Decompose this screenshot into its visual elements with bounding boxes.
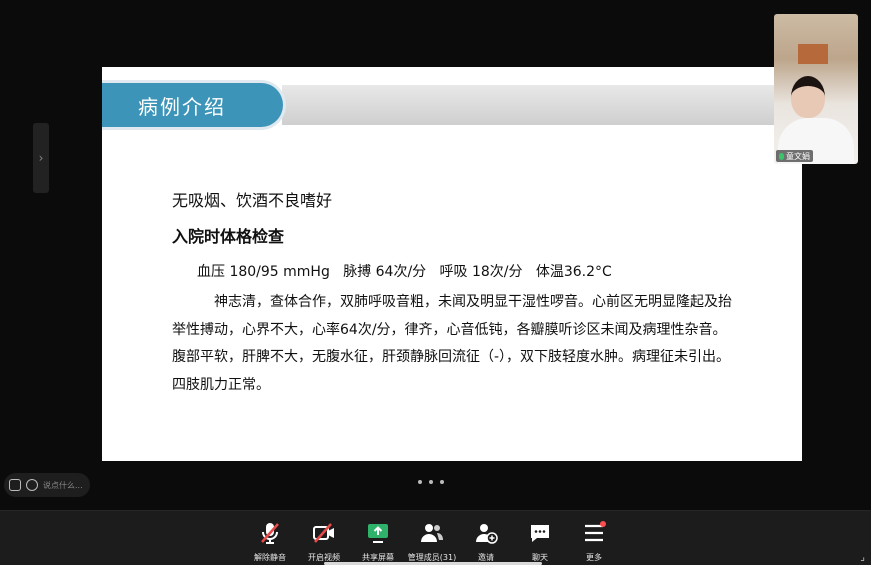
slide-title-band xyxy=(282,85,802,125)
chat-icon xyxy=(531,525,549,542)
slide-heading-exam: 入院时体格检查 xyxy=(172,227,285,246)
menu-icon xyxy=(585,521,606,542)
more-label: 更多 xyxy=(586,553,602,562)
chat-placeholder: 说点什么... xyxy=(43,480,83,490)
invite-button[interactable]: 邀请 xyxy=(457,521,515,563)
page-indicator[interactable] xyxy=(418,480,444,484)
slide-vitals: 血压 180/95 mmHg 脉搏 64次/分 呼吸 18次/分 体温36.2°… xyxy=(197,264,612,280)
participant-name: 童文娟 xyxy=(786,151,810,161)
slide-title: 病例介绍 xyxy=(102,80,286,130)
corner-bracket-icon: ⌟ xyxy=(860,552,865,563)
slide-exam-paragraph: 神志清，查体合作，双肺呼吸音粗，未闻及明显干湿性啰音。心前区无明显隆起及抬举性搏… xyxy=(172,294,732,393)
start-video-button[interactable]: 开启视频 xyxy=(295,521,353,563)
members-icon xyxy=(421,524,443,542)
emoji-icon[interactable] xyxy=(26,479,38,491)
slide-line-habits: 无吸烟、饮酒不良嗜好 xyxy=(172,191,333,210)
shared-slide: 病例介绍 无吸烟、饮酒不良嗜好 入院时体格检查 血压 180/95 mmHg 脉… xyxy=(102,67,802,461)
unmute-label: 解除静音 xyxy=(254,553,286,562)
camera-off-icon xyxy=(313,523,334,543)
avatar xyxy=(791,76,825,118)
share-screen-icon xyxy=(368,524,388,543)
participant-video[interactable]: 童文娟 xyxy=(774,14,858,164)
chat-input[interactable]: 说点什么... xyxy=(4,473,90,497)
meeting-toolbar: 解除静音 开启视频 共享屏幕 管理成员(31) 邀请 聊天 更多 ⌟ xyxy=(0,510,871,565)
mic-active-icon xyxy=(779,152,784,160)
add-user-icon xyxy=(476,524,498,544)
mic-muted-icon xyxy=(261,523,279,544)
chat-list-icon[interactable] xyxy=(9,479,21,491)
more-button[interactable]: 更多 xyxy=(565,521,623,563)
sidebar-toggle[interactable]: › xyxy=(33,123,49,193)
chat-button[interactable]: 聊天 xyxy=(511,521,569,563)
share-screen-button[interactable]: 共享屏幕 xyxy=(349,521,407,563)
participant-name-tag: 童文娟 xyxy=(776,150,813,162)
unmute-button[interactable]: 解除静音 xyxy=(241,521,299,563)
manage-members-button[interactable]: 管理成员(31) xyxy=(403,521,461,563)
chevron-right-icon: › xyxy=(38,151,44,165)
